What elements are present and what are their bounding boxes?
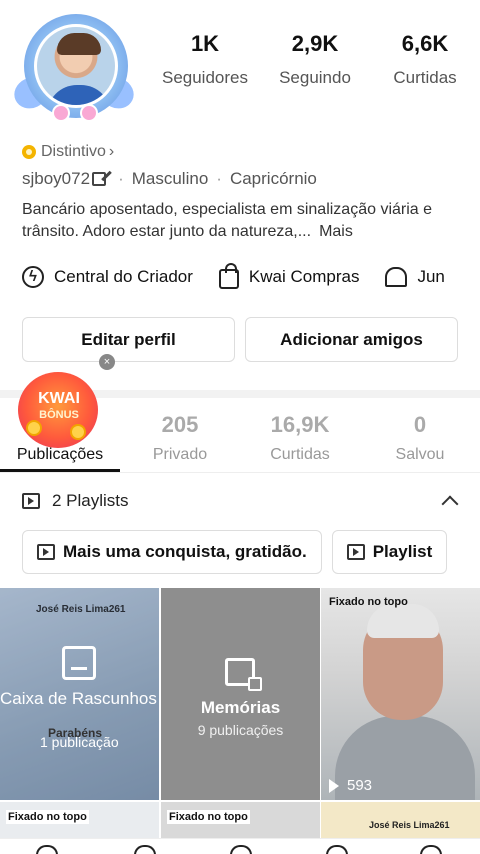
tab-label: Curtidas xyxy=(270,446,330,463)
chevron-right-icon: › xyxy=(108,143,115,160)
more-link[interactable]: Jun xyxy=(385,267,445,287)
link-label: Jun xyxy=(417,267,445,286)
flower-decoration xyxy=(80,104,98,122)
memories-title: Memórias xyxy=(200,698,281,717)
separator: · xyxy=(118,169,124,188)
gender: Masculino xyxy=(131,169,209,188)
bio: Bancário aposentado, especialista em sin… xyxy=(22,199,462,243)
create-icon[interactable] xyxy=(230,845,252,854)
pinned-label: Fixado no topo xyxy=(167,810,250,824)
tab-count: 0 xyxy=(413,412,427,437)
kwai-bonus-title: KWAI xyxy=(38,390,80,407)
drafts-count: 1 publicação xyxy=(40,734,119,750)
home-icon[interactable] xyxy=(36,845,58,854)
stat-label: Curtidas xyxy=(393,68,457,88)
home-icon xyxy=(385,267,408,287)
playlist-icon xyxy=(346,544,365,560)
view-count-value: 593 xyxy=(347,777,373,794)
playlists-header[interactable]: 2 Playlists xyxy=(22,491,462,513)
stat-label: Seguindo xyxy=(279,68,351,88)
video-tile[interactable]: Fixado no topo 593 xyxy=(321,588,480,800)
discover-icon[interactable] xyxy=(134,845,156,854)
tab-count: 16,9K xyxy=(270,412,330,437)
username: sjboy072 xyxy=(22,169,91,188)
video-tile[interactable]: Fixado no topo xyxy=(161,802,320,838)
flower-decoration xyxy=(52,104,70,122)
kwai-bonus-promo[interactable]: KWAI BÔNUS × xyxy=(16,354,115,448)
video-tile[interactable]: José Reis Lima261 xyxy=(321,802,480,838)
playlist-chip[interactable]: Mais uma conquista, gratidão. xyxy=(22,530,322,574)
badge-label: Distintivo xyxy=(41,143,106,160)
stat-value: 6,6K xyxy=(401,31,449,56)
tab-likes[interactable]: 16,9K Curtidas xyxy=(240,412,360,472)
link-label: Kwai Compras xyxy=(248,267,360,286)
posts-grid-row-2: Fixado no topo Fixado no topo José Reis … xyxy=(0,802,480,838)
video-user-label: José Reis Lima261 xyxy=(369,820,450,830)
playlist-icon xyxy=(37,544,55,560)
stat-label: Seguidores xyxy=(161,68,248,88)
stat-followers[interactable]: 1K Seguidores xyxy=(150,31,260,88)
tabs-border xyxy=(0,472,480,473)
kwai-shop-link[interactable]: Kwai Compras xyxy=(218,263,360,289)
badge-icon xyxy=(22,145,36,159)
pinned-label: Fixado no topo xyxy=(6,810,89,824)
drafts-tile[interactable]: José Reis Lima261 Parabéns Caixa de Rasc… xyxy=(0,588,159,800)
link-label: Central do Criador xyxy=(54,267,193,286)
playlist-icon xyxy=(22,493,40,509)
playlist-chip[interactable]: Playlist xyxy=(331,530,448,574)
tab-label: Privado xyxy=(152,446,208,463)
view-count: 593 xyxy=(329,777,372,794)
tab-label: Publicações xyxy=(16,446,104,463)
separator: · xyxy=(216,169,222,188)
profile-actions: Editar perfil Adicionar amigos xyxy=(22,317,458,362)
kwai-bonus-subtitle: BÔNUS xyxy=(39,409,79,421)
pinned-label: Fixado no topo xyxy=(329,596,408,608)
drafts-title: Caixa de Rascunhos xyxy=(0,689,157,708)
playlist-name: Playlist xyxy=(372,542,433,561)
playlist-name: Mais uma conquista, gratidão. xyxy=(63,542,307,561)
zodiac: Capricórnio xyxy=(229,169,317,188)
video-tile[interactable]: Fixado no topo xyxy=(0,802,159,838)
profile-meta: sjboy072 · Masculino · Capricórnio xyxy=(22,169,317,189)
bio-text: Bancário aposentado, especialista em sin… xyxy=(22,201,433,240)
stat-value: 2,9K xyxy=(291,31,339,56)
coin-icon xyxy=(70,424,86,440)
edit-icon[interactable] xyxy=(92,172,107,186)
playlist-chips: Mais uma conquista, gratidão. Playlist xyxy=(22,530,448,574)
profile-icon[interactable] xyxy=(420,845,442,854)
add-friends-button[interactable]: Adicionar amigos xyxy=(245,317,458,362)
play-icon xyxy=(329,778,339,793)
bottom-navigation xyxy=(0,838,480,854)
tab-count: 205 xyxy=(161,412,199,437)
tab-saved[interactable]: 0 Salvou xyxy=(360,412,480,472)
badge-link[interactable]: Distintivo › xyxy=(22,143,114,161)
shopping-bag-icon xyxy=(218,263,239,289)
tab-label: Salvou xyxy=(395,446,445,463)
playlists-count: 2 Playlists xyxy=(52,491,129,510)
close-icon[interactable]: × xyxy=(99,354,115,370)
posts-grid: José Reis Lima261 Parabéns Caixa de Rasc… xyxy=(0,588,480,800)
memories-count: 9 publicações xyxy=(197,722,284,738)
edit-profile-button[interactable]: Editar perfil xyxy=(22,317,235,362)
creator-center-link[interactable]: Central do Criador xyxy=(22,266,193,288)
avatar[interactable] xyxy=(9,6,139,124)
chevron-up-icon[interactable] xyxy=(441,495,459,513)
bio-more-link[interactable]: Mais xyxy=(319,223,353,240)
memories-tile[interactable]: Memórias 9 publicações xyxy=(161,588,320,800)
coin-icon xyxy=(26,420,42,436)
stat-value: 1K xyxy=(190,31,220,56)
bolt-icon xyxy=(22,266,44,288)
memories-lock-icon xyxy=(225,658,262,691)
avatar-photo xyxy=(34,24,118,108)
stat-following[interactable]: 2,9K Seguindo xyxy=(260,31,370,88)
profile-stats: 1K Seguidores 2,9K Seguindo 6,6K Curtida… xyxy=(150,31,480,88)
profile-links: Central do Criador Kwai Compras Jun xyxy=(22,263,471,289)
stat-likes[interactable]: 6,6K Curtidas xyxy=(370,31,480,88)
inbox-icon[interactable] xyxy=(326,845,348,854)
drafts-icon xyxy=(62,646,96,680)
tab-private[interactable]: 205 Privado xyxy=(120,412,240,472)
